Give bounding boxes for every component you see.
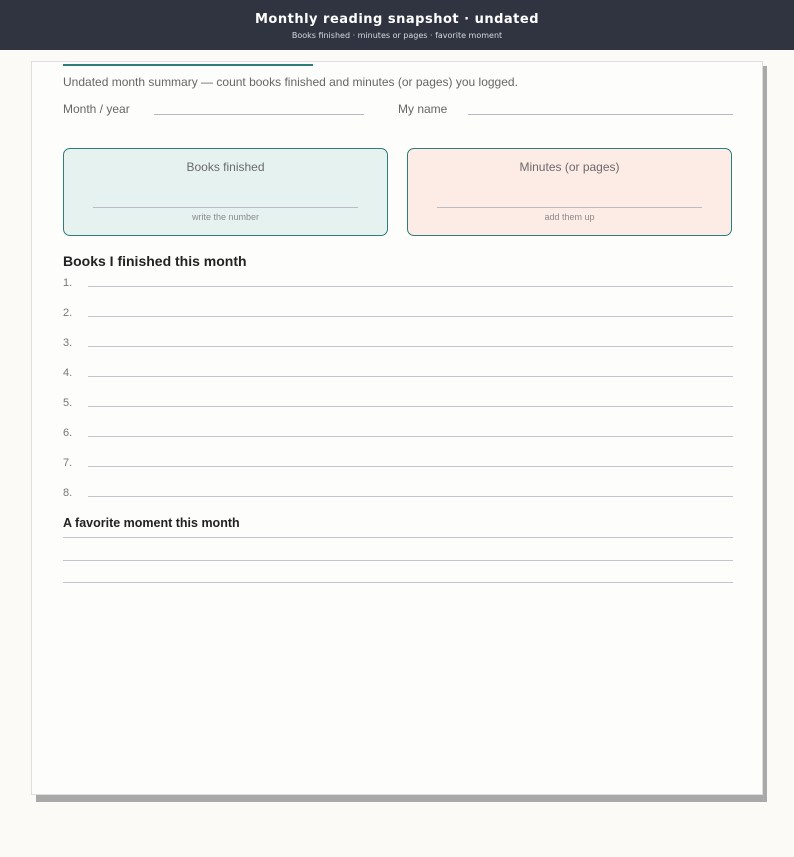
book-number: 3. <box>63 337 73 349</box>
page-title: Monthly reading snapshot · undated <box>254 12 540 27</box>
book-row: 7. <box>63 457 733 471</box>
moment-field[interactable] <box>63 582 733 583</box>
books-finished-field[interactable] <box>93 207 358 208</box>
name-field[interactable] <box>468 114 733 115</box>
moment-field[interactable] <box>63 537 733 538</box>
book-number: 8. <box>63 487 73 499</box>
minutes-field[interactable] <box>437 207 702 208</box>
book-row: 4. <box>63 367 733 381</box>
book-entry-field[interactable] <box>88 316 733 317</box>
page-subtitle: Books finished · minutes or pages · favo… <box>291 31 503 40</box>
book-row: 3. <box>63 337 733 351</box>
book-number: 7. <box>63 457 73 469</box>
worksheet-page: Undated month summary — count books fini… <box>31 61 763 795</box>
books-finished-label: Books finished <box>186 160 265 174</box>
header-bar: Monthly reading snapshot · undated Books… <box>0 0 794 50</box>
book-number: 6. <box>63 427 73 439</box>
intro-text: Undated month summary — count books fini… <box>63 75 518 89</box>
minutes-box: Minutes (or pages) add them up <box>407 148 732 236</box>
book-entry-field[interactable] <box>88 376 733 377</box>
book-entry-field[interactable] <box>88 466 733 467</box>
book-number: 2. <box>63 307 73 319</box>
name-label: My name <box>398 102 448 116</box>
book-entry-field[interactable] <box>88 286 733 287</box>
book-row: 1. <box>63 277 733 291</box>
month-year-label: Month / year <box>63 102 130 116</box>
book-entry-field[interactable] <box>88 436 733 437</box>
book-row: 8. <box>63 487 733 501</box>
month-year-field[interactable] <box>154 114 364 115</box>
accent-rule <box>63 64 313 66</box>
moment-field[interactable] <box>63 560 733 561</box>
book-row: 6. <box>63 427 733 441</box>
books-finished-hint: write the number <box>191 212 260 222</box>
minutes-hint: add them up <box>544 212 595 222</box>
book-row: 5. <box>63 397 733 411</box>
book-entry-field[interactable] <box>88 346 733 347</box>
book-row: 2. <box>63 307 733 321</box>
minutes-label: Minutes (or pages) <box>519 160 620 174</box>
books-heading: Books I finished this month <box>63 253 247 269</box>
book-entry-field[interactable] <box>88 496 733 497</box>
book-number: 1. <box>63 277 73 289</box>
books-finished-box: Books finished write the number <box>63 148 388 236</box>
book-entry-field[interactable] <box>88 406 733 407</box>
book-number: 4. <box>63 367 73 379</box>
moment-heading: A favorite moment this month <box>63 516 240 530</box>
book-number: 5. <box>63 397 73 409</box>
